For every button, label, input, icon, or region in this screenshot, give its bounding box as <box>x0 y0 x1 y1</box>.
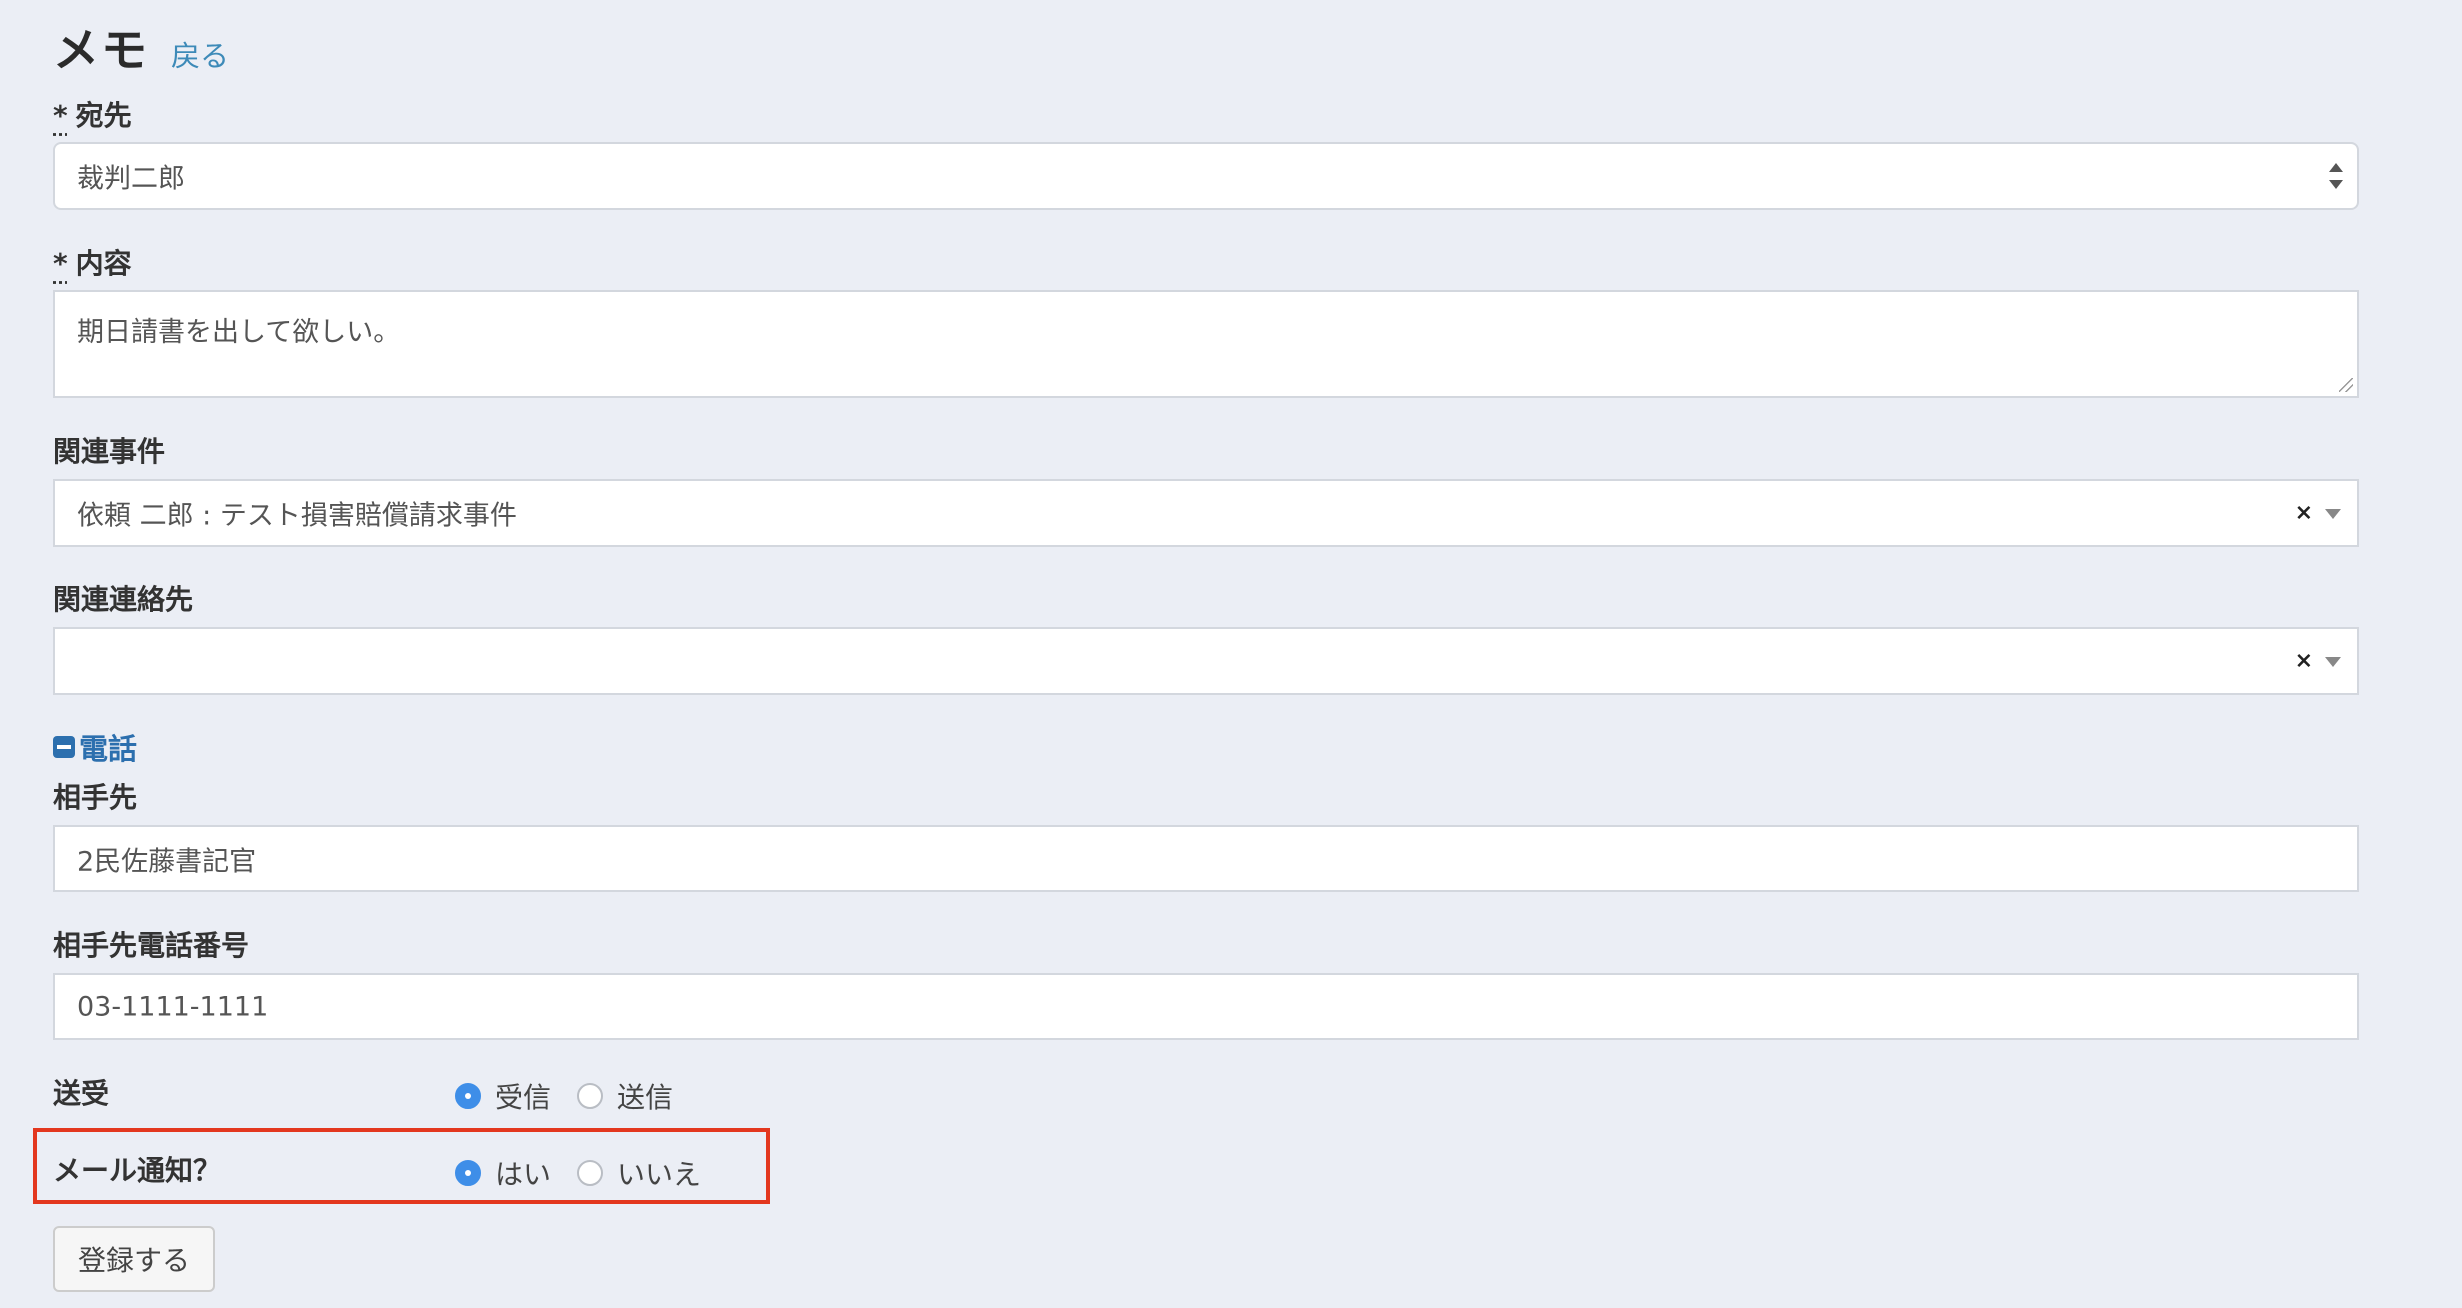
chevron-down-icon[interactable] <box>2325 657 2341 667</box>
phone-section-toggle[interactable]: 電話 <box>53 726 137 768</box>
radio-checked-icon[interactable] <box>455 1083 481 1109</box>
recipient-label-text: 宛先 <box>75 99 132 132</box>
content-label-text: 内容 <box>75 247 132 280</box>
related-case-select[interactable]: 依頼 二郎 : テスト損害賠償請求事件 × <box>53 479 2359 547</box>
select-updown-icon <box>2329 163 2343 189</box>
related-contact-select[interactable]: × <box>53 627 2359 695</box>
related-contact-label: 関連連絡先 <box>53 583 194 616</box>
memo-page: メモ 戻る * 宛先 裁判二郎 * 内容 期日請書を出して欲しい。 関連事件 依頼 … <box>0 0 2462 1308</box>
content-label: * 内容 <box>53 242 132 282</box>
counterparty-label: 相手先 <box>53 781 138 814</box>
mail-notify-label: メール通知？ <box>53 1154 222 1187</box>
recipient-select[interactable]: 裁判二郎 <box>53 142 2359 210</box>
radio-checked-icon[interactable] <box>455 1160 481 1186</box>
radio-label: 受信 <box>495 1081 552 1114</box>
mail-notify-radio-group: はい いいえ <box>455 1153 727 1193</box>
clear-icon[interactable]: × <box>2295 649 2313 674</box>
direction-option-send[interactable]: 送信 <box>577 1076 673 1116</box>
counterparty-value: 2民佐藤書記官 <box>77 846 257 877</box>
recipient-label: * 宛先 <box>53 94 132 134</box>
counterparty-phone-value: 03-1111-1111 <box>77 991 269 1022</box>
mail-notify-option-yes[interactable]: はい <box>455 1153 551 1193</box>
required-mark: * <box>53 99 68 132</box>
collapse-minus-icon <box>53 736 75 758</box>
direction-label: 送受 <box>53 1077 110 1110</box>
radio-label: 送信 <box>617 1081 674 1114</box>
page-title: メモ <box>53 23 149 77</box>
recipient-value: 裁判二郎 <box>77 163 185 195</box>
direction-radio-group: 受信 送信 <box>455 1076 699 1116</box>
submit-button[interactable]: 登録する <box>53 1226 215 1292</box>
content-textarea[interactable]: 期日請書を出して欲しい。 <box>53 290 2359 398</box>
related-case-label: 関連事件 <box>53 435 166 468</box>
clear-icon[interactable]: × <box>2295 501 2313 526</box>
radio-label: はい <box>495 1158 552 1191</box>
counterparty-phone-label: 相手先電話番号 <box>53 929 250 962</box>
counterparty-input[interactable]: 2民佐藤書記官 <box>53 825 2359 892</box>
resize-handle-icon[interactable] <box>2339 378 2353 392</box>
phone-section-label: 電話 <box>79 732 138 766</box>
counterparty-phone-input[interactable]: 03-1111-1111 <box>53 973 2359 1040</box>
header: メモ 戻る <box>53 14 229 80</box>
content-value: 期日請書を出して欲しい。 <box>77 317 401 348</box>
radio-unchecked-icon[interactable] <box>577 1160 604 1186</box>
back-link[interactable]: 戻る <box>171 33 229 75</box>
mail-notify-option-no[interactable]: いいえ <box>577 1153 701 1193</box>
related-case-value: 依頼 二郎 : テスト損害賠償請求事件 <box>77 500 517 532</box>
radio-unchecked-icon[interactable] <box>577 1083 604 1109</box>
direction-option-receive[interactable]: 受信 <box>455 1076 551 1116</box>
radio-label: いいえ <box>617 1158 702 1191</box>
chevron-down-icon[interactable] <box>2325 509 2341 519</box>
required-mark: * <box>53 247 68 280</box>
